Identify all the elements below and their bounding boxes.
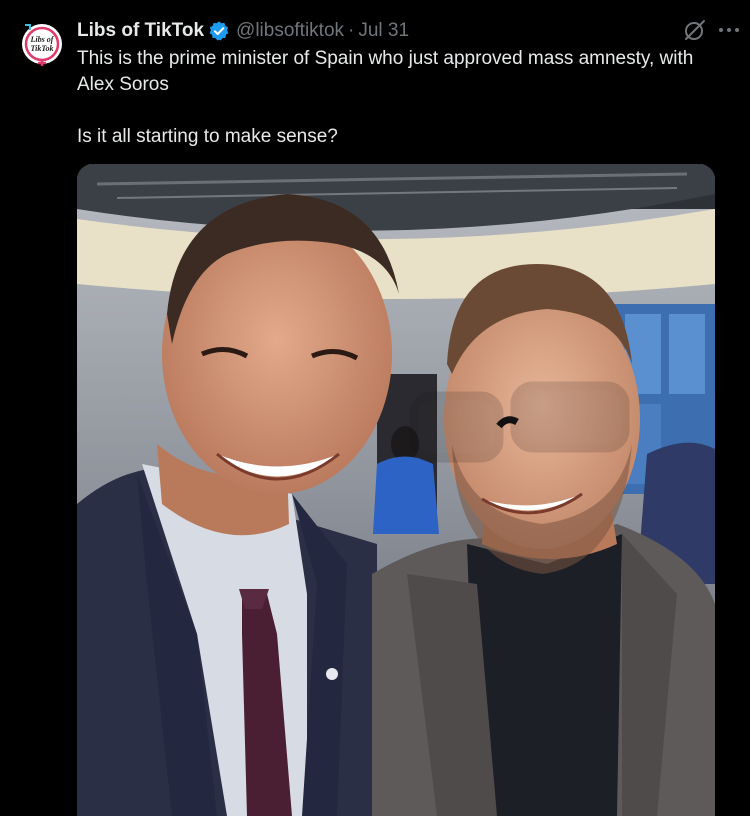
avatar-text-line2: TikTok [31, 44, 54, 53]
grok-icon[interactable] [682, 17, 708, 43]
tweet-paragraph-2: Is it all starting to make sense? [77, 126, 338, 147]
tweet-photo[interactable] [77, 164, 715, 816]
tweet-card[interactable]: Libs of TikTok Libs of TikTok @libsoftik… [0, 0, 750, 816]
display-name[interactable]: Libs of TikTok [77, 20, 204, 42]
more-options-icon[interactable] [716, 20, 742, 40]
verified-badge-icon[interactable] [208, 20, 230, 42]
tweet-header: Libs of TikTok @libsoftiktok · Jul 31 [77, 18, 409, 44]
post-date[interactable]: Jul 31 [358, 20, 409, 42]
avatar-text-line1: Libs of [30, 35, 55, 44]
tweet-paragraph-1: This is the prime minister of Spain who … [77, 48, 694, 95]
handle[interactable]: @libsoftiktok [236, 20, 344, 42]
separator-dot: · [348, 20, 355, 41]
avatar[interactable]: Libs of TikTok [20, 22, 64, 66]
tweet-text: This is the prime minister of Spain who … [77, 46, 727, 150]
